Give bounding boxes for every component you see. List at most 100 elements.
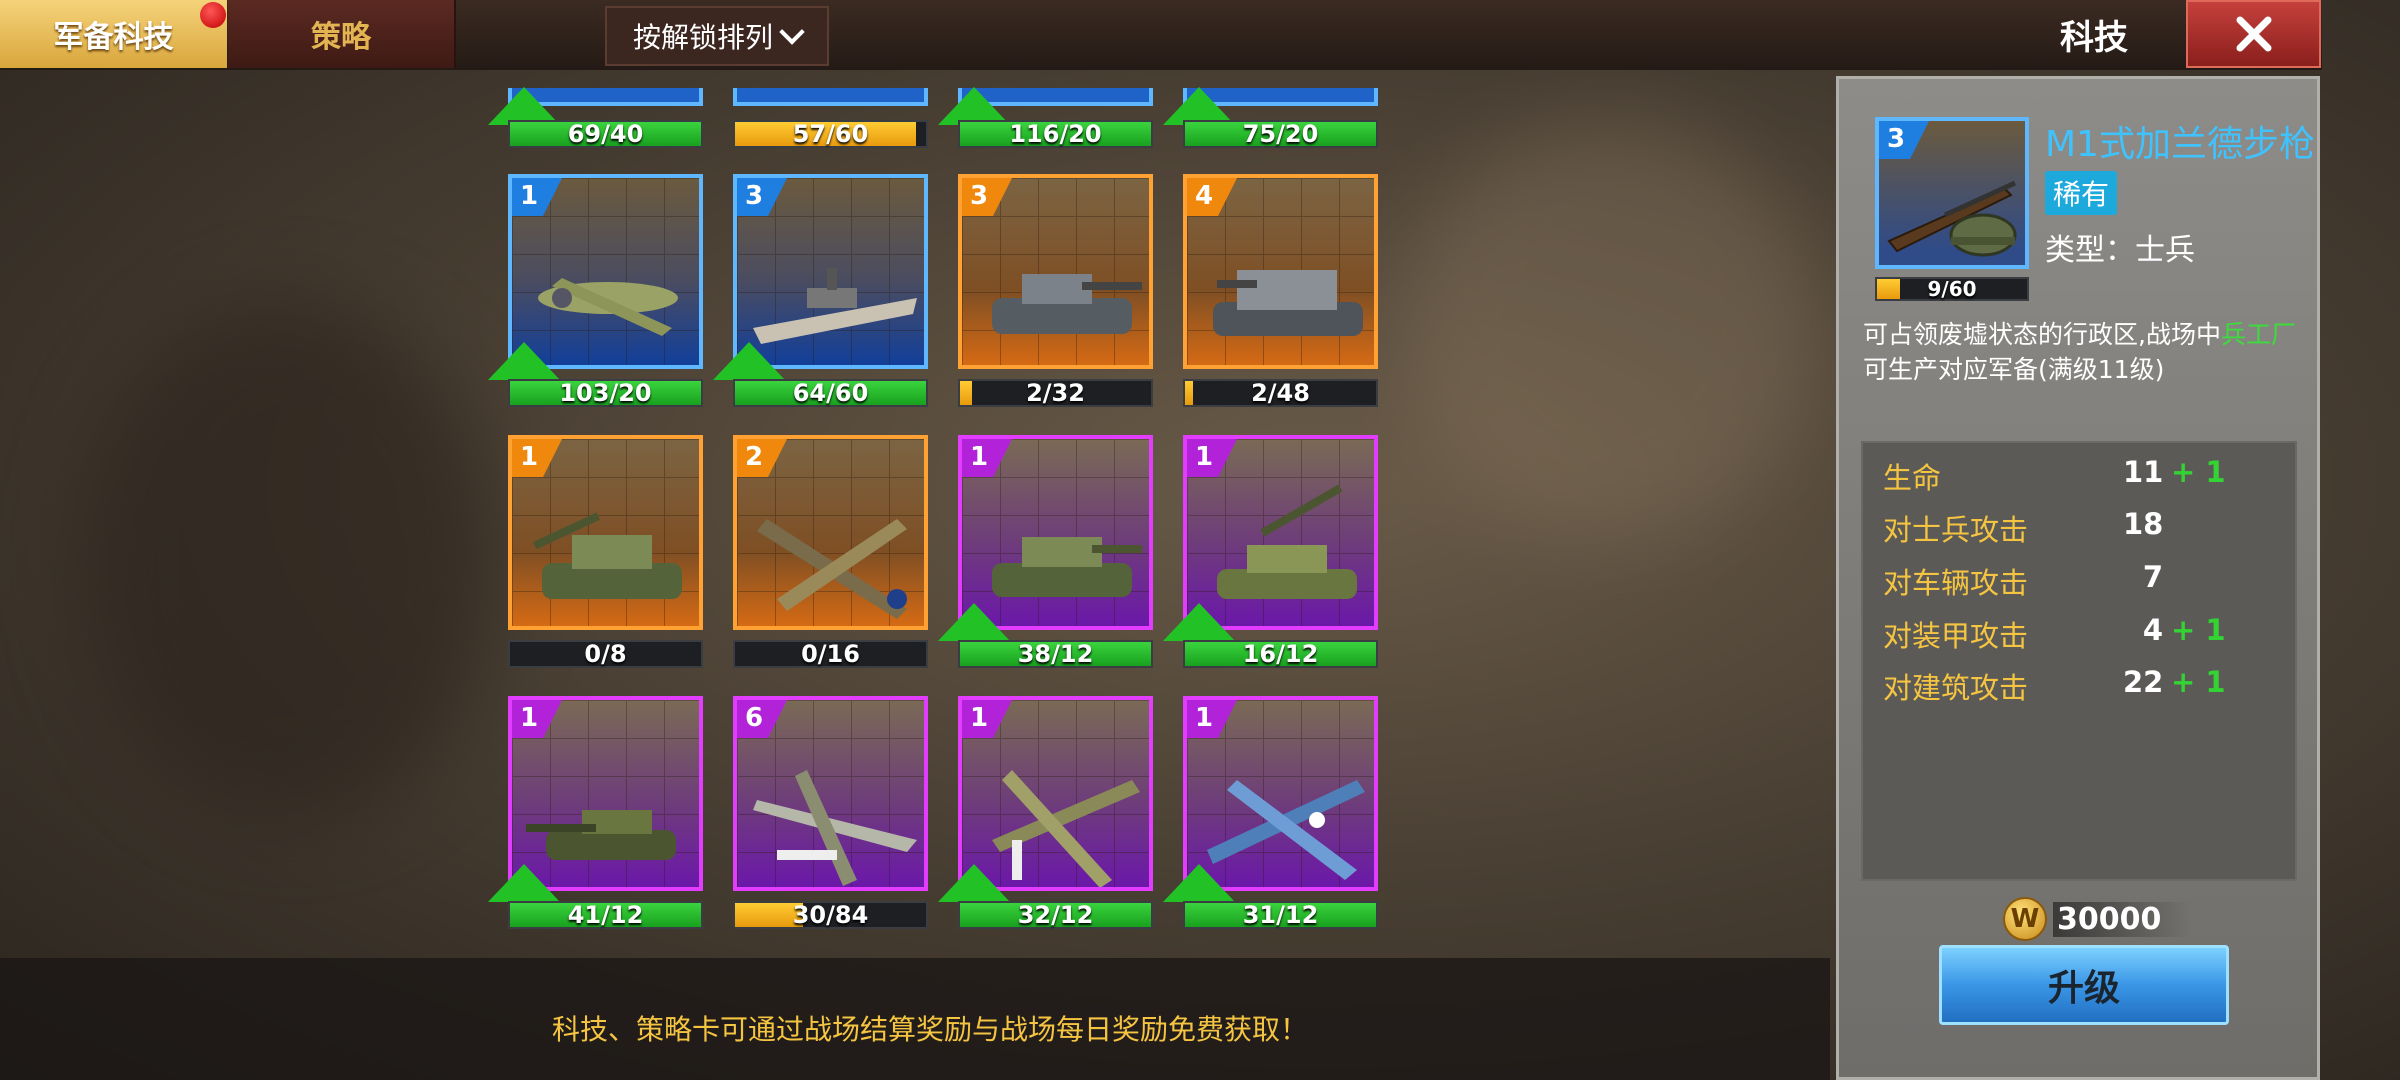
progress-bar: 30/84 (733, 901, 928, 929)
progress-bar: 2/32 (958, 379, 1153, 407)
stat-value: 11 (2123, 455, 2164, 489)
stat-label: 对车辆攻击 (1883, 566, 2029, 600)
progress-text: 0/16 (801, 640, 860, 668)
progress-text: 2/32 (1026, 379, 1085, 407)
progress-bar: 0/16 (733, 640, 928, 668)
progress-bar: 64/60 (733, 379, 928, 407)
tech-card-grid: 69/40 57/60 116/20 75/20 1 103/20 3 64/60 3 2/32… (0, 0, 1840, 960)
upgrade-available-arrow-icon (938, 864, 1010, 902)
card-frame[interactable]: 1 (1183, 435, 1378, 630)
upgrade-available-arrow-icon (488, 342, 560, 380)
progress-text: 75/20 (1242, 120, 1319, 148)
sort-label: 按解锁排列 (632, 21, 773, 54)
upgrade-available-arrow-icon (713, 342, 785, 380)
stat-label: 对装甲攻击 (1883, 619, 2029, 653)
description-text: 可占领废墟状态的行政区,战场中 (1863, 320, 2221, 349)
progress-text: 116/20 (1009, 120, 1102, 148)
camouflage-bomber-icon (757, 519, 907, 619)
item-description: 可占领废墟状态的行政区,战场中兵工厂可生产对应军备(满级11级) (1863, 317, 2303, 387)
tab-strategy[interactable]: 策略 (228, 0, 456, 68)
detail-panel: 3 9/60 M1式加兰德步枪 稀有 类型：士兵 可占领废墟状态的行政区,战场中… (1836, 76, 2320, 1080)
close-button[interactable] (2186, 0, 2321, 68)
stat-value: 22 (2123, 665, 2164, 699)
card-frame[interactable]: 3 (958, 174, 1153, 369)
description-text: 可生产对应军备(满级11级) (1863, 355, 2165, 384)
tab-equipment-tech[interactable]: 军备科技 (0, 0, 227, 68)
selected-card: 3 (1875, 117, 2029, 269)
progress-text: 38/12 (1017, 640, 1094, 668)
card-frame[interactable]: 1 (958, 696, 1153, 891)
progress-text: 30/84 (792, 901, 869, 929)
hint-text: 科技、策略卡可通过战场结算奖励与战场每日奖励免费获取！ (551, 1013, 1308, 1046)
stat-label: 对士兵攻击 (1883, 513, 2029, 547)
progress-text: 57/60 (792, 120, 869, 148)
progress-text: 69/40 (567, 120, 644, 148)
rarity-badge: 稀有 (2045, 171, 2118, 215)
stat-value: 18 (2123, 507, 2164, 541)
progress-text: 41/12 (567, 901, 644, 929)
stat-label: 生命 (1883, 461, 1942, 495)
item-name: M1式加兰德步枪 (2045, 124, 2315, 165)
spitfire-fighter-icon (753, 770, 917, 886)
stat-bonus: + 1 (2171, 613, 2226, 647)
self-propelled-gun-icon (533, 512, 682, 599)
progress-bar: 57/60 (733, 120, 928, 148)
stat-label: 对建筑攻击 (1883, 671, 2029, 705)
progress-text: 31/12 (1242, 901, 1319, 929)
stat-bonus: + 1 (2171, 455, 2226, 489)
card-frame[interactable]: 1 (508, 174, 703, 369)
progress-bar: 16/12 (1183, 640, 1378, 668)
stat-row: 对建筑攻击 22 + 1 (1863, 665, 2295, 717)
progress-text: 32/12 (1017, 901, 1094, 929)
upgrade-available-arrow-icon (938, 603, 1010, 641)
item-type: 类型：士兵 (2045, 233, 2195, 268)
upgrade-available-arrow-icon (488, 864, 560, 902)
stats-table: 生命 11 + 1 对士兵攻击 18 对车辆攻击 7 对装甲攻击 4 + 1 对… (1861, 441, 2297, 881)
progress-bar: 32/12 (958, 901, 1153, 929)
stat-value: 7 (2142, 560, 2163, 594)
page-title: 科技 (2060, 18, 2128, 58)
upgrade-available-arrow-icon (1163, 603, 1235, 641)
upgrade-available-arrow-icon (1163, 864, 1235, 902)
progress-bar: 0/8 (508, 640, 703, 668)
progress-text: 16/12 (1242, 640, 1319, 668)
card-frame[interactable]: 1 (1183, 696, 1378, 891)
stat-row: 生命 11 + 1 (1863, 455, 2295, 507)
progress-bar: 38/12 (958, 640, 1153, 668)
progress-bar: 31/12 (1183, 901, 1378, 929)
progress-text: 64/60 (792, 379, 869, 407)
close-icon (2236, 16, 2271, 52)
heavy-tank-destroyer-icon (1213, 270, 1363, 336)
level-badge: 3 (1879, 121, 1929, 159)
progress-bar: 75/20 (1183, 120, 1378, 148)
tiger-tank-icon (992, 274, 1142, 334)
chevron-down-icon (779, 19, 805, 45)
stat-bonus: + 1 (2171, 665, 2226, 699)
progress-bar: 41/12 (508, 901, 703, 929)
progress-text: 9/60 (1927, 277, 1977, 301)
progress-bar: 116/20 (958, 120, 1153, 148)
card-frame[interactable]: 3 (733, 174, 928, 369)
rifle-helmet-icon (1887, 180, 2017, 257)
progress-bar: 69/40 (508, 120, 703, 148)
progress-text: 2/48 (1251, 379, 1310, 407)
card-frame[interactable]: 4 (1183, 174, 1378, 369)
cost-value: 30000 (2053, 901, 2192, 937)
sort-dropdown[interactable]: 按解锁排列 (605, 6, 829, 66)
upgrade-button[interactable]: 升级 (1939, 945, 2229, 1025)
card-frame[interactable]: 1 (958, 435, 1153, 630)
progress-bar: 2/48 (1183, 379, 1378, 407)
card-frame[interactable]: 6 (733, 696, 928, 891)
coin-icon: W (2003, 897, 2047, 941)
card-frame[interactable]: 1 (508, 696, 703, 891)
card-frame[interactable]: 1 (508, 435, 703, 630)
notification-dot (200, 2, 226, 28)
card-remnant[interactable] (733, 88, 928, 106)
stat-row: 对装甲攻击 4 + 1 (1863, 613, 2295, 665)
progress-text: 103/20 (559, 379, 652, 407)
progress-bar: 103/20 (508, 379, 703, 407)
card-frame[interactable]: 2 (733, 435, 928, 630)
upgrade-cost: W 30000 (2003, 897, 2192, 941)
stat-row: 对士兵攻击 18 (1863, 507, 2295, 559)
description-highlight: 兵工厂 (2220, 320, 2296, 349)
